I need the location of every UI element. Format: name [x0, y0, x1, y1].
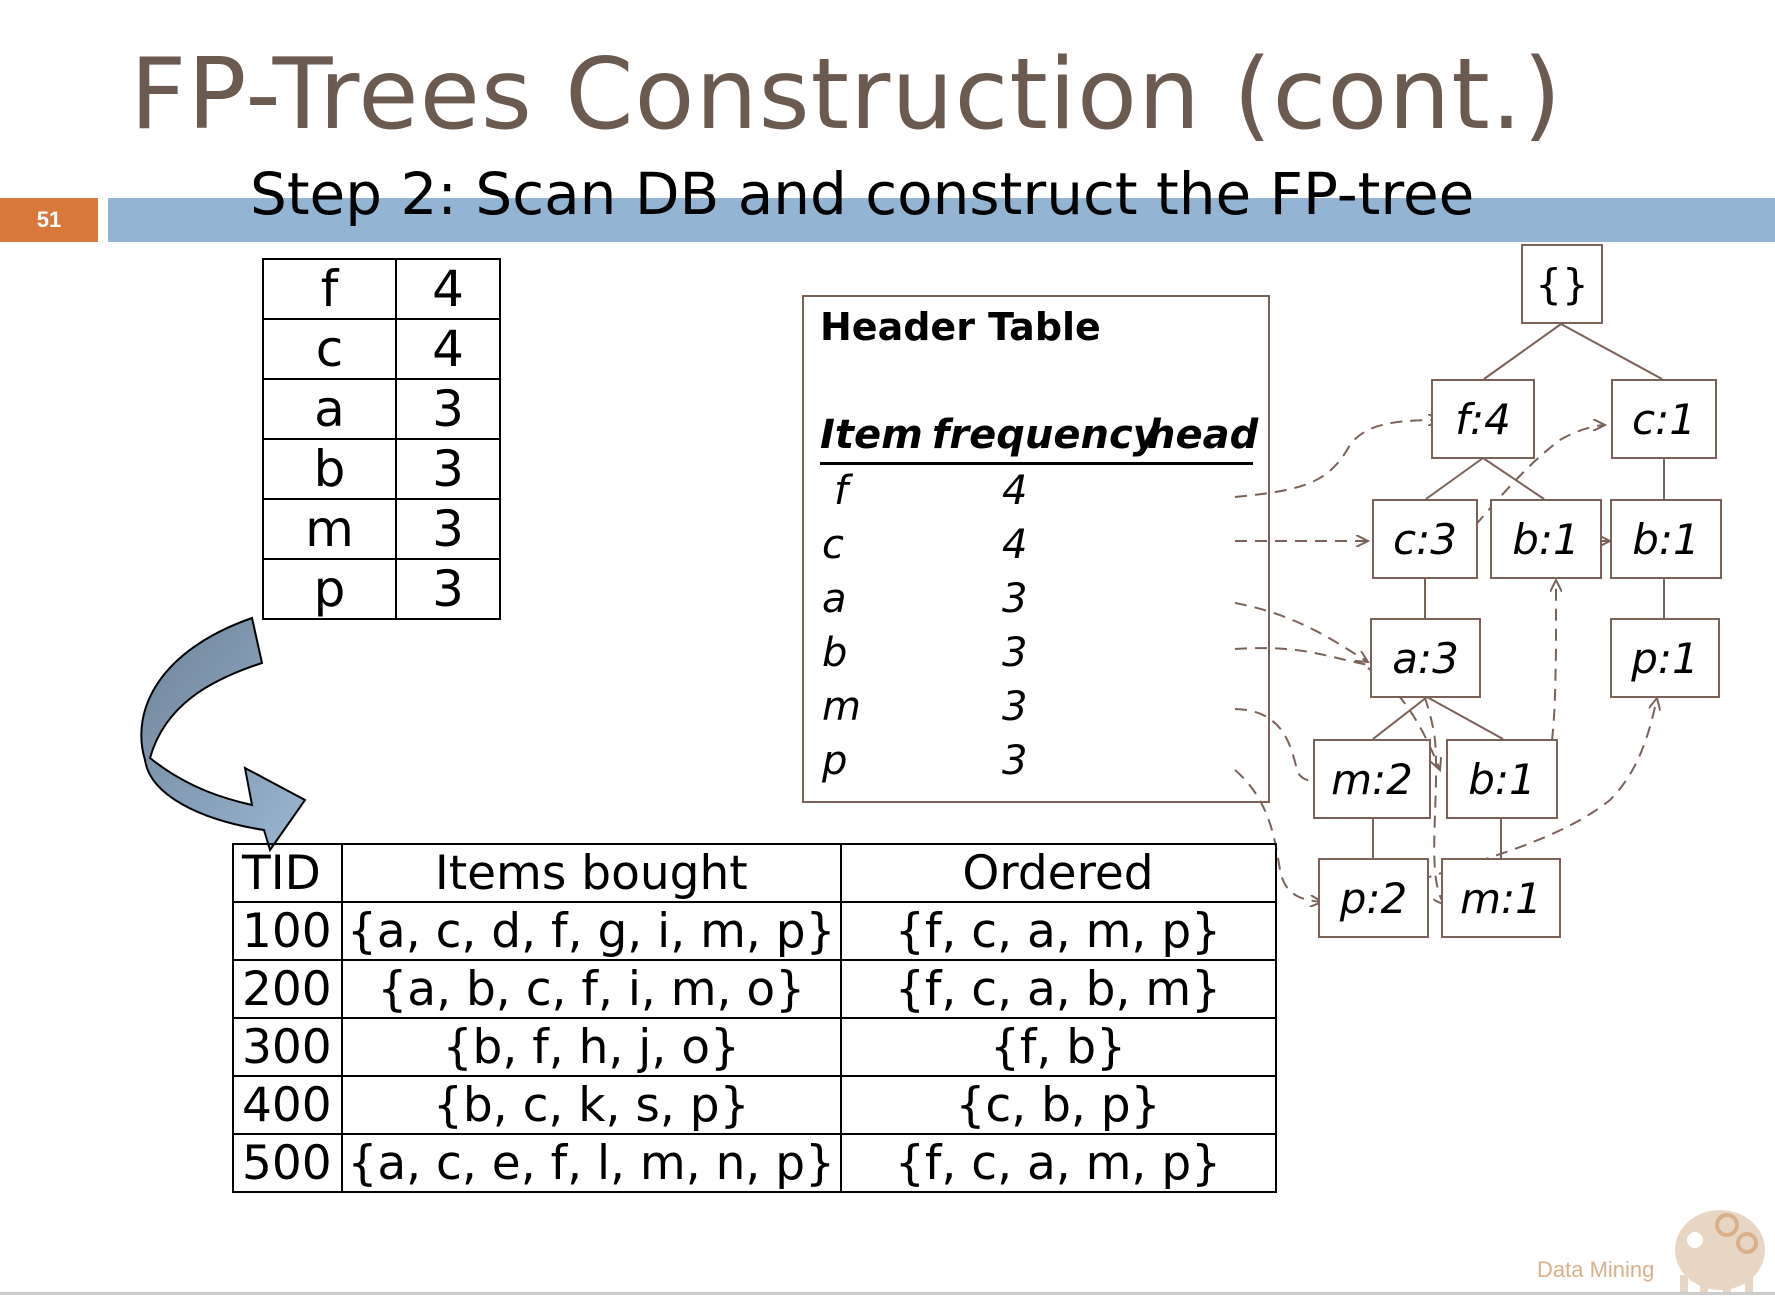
- tree-node-b1: b:1: [1610, 499, 1722, 579]
- tree-node-b1: b:1: [1490, 499, 1602, 579]
- tree-node-c3: c:3: [1372, 499, 1478, 579]
- table-row: 400 {b, c, k, s, p} {c, b, p}: [232, 1075, 1277, 1135]
- col-item-header: Item: [820, 412, 923, 458]
- table-row: 200 {a, b, c, f, i, m, o} {f, c, a, b, m…: [232, 959, 1277, 1019]
- col-head-header: head: [1147, 412, 1259, 458]
- tid-cell: 200: [232, 959, 343, 1019]
- header-item: c: [822, 522, 844, 568]
- items-cell: {b, f, h, j, o}: [341, 1017, 842, 1077]
- header-table-box: [802, 295, 1270, 803]
- tree-node-c1: c:1: [1611, 379, 1717, 459]
- header-frequency: 3: [1002, 684, 1028, 730]
- table-header-row: TID Items bought Ordered: [232, 843, 1277, 903]
- mascot-logo-icon: [1675, 1210, 1765, 1295]
- tid-cell: 100: [232, 901, 343, 961]
- column-header: TID: [232, 843, 343, 903]
- ordered-cell: {f, c, a, m, p}: [839, 901, 1277, 961]
- table-row: 100 {a, c, d, f, g, i, m, p} {f, c, a, m…: [232, 901, 1277, 961]
- tid-cell: 500: [232, 1133, 343, 1193]
- header-item: m: [822, 684, 861, 730]
- header-frequency: 4: [1002, 468, 1028, 514]
- header-frequency: 4: [1002, 522, 1028, 568]
- items-cell: {b, c, k, s, p}: [341, 1075, 842, 1135]
- header-divider: [820, 462, 1253, 465]
- col-frequency-header: frequency: [932, 412, 1159, 458]
- header-item: b: [822, 630, 848, 676]
- tree-node-f4: f:4: [1431, 379, 1535, 459]
- tree-node-m2: m:2: [1313, 739, 1431, 819]
- table-row: 500 {a, c, e, f, l, m, n, p} {f, c, a, m…: [232, 1133, 1277, 1193]
- tree-root-node: {}: [1521, 244, 1603, 324]
- tree-node-p1: p:1: [1610, 618, 1720, 698]
- tree-node-a3: a:3: [1370, 618, 1481, 698]
- items-cell: {a, c, d, f, g, i, m, p}: [341, 901, 842, 961]
- table-row: 300 {b, f, h, j, o} {f, b}: [232, 1017, 1277, 1077]
- tree-node-b1: b:1: [1446, 739, 1558, 819]
- header-table-title: Header Table: [820, 305, 1101, 349]
- header-item: a: [822, 576, 847, 622]
- column-header: Items bought: [341, 843, 842, 903]
- ordered-cell: {c, b, p}: [839, 1075, 1277, 1135]
- ordered-cell: {f, c, a, m, p}: [839, 1133, 1277, 1193]
- tree-node-p2: p:2: [1318, 858, 1429, 938]
- ordered-cell: {f, b}: [839, 1017, 1277, 1077]
- column-header: Ordered: [839, 843, 1277, 903]
- header-item: p: [822, 738, 848, 784]
- tid-cell: 400: [232, 1075, 343, 1135]
- transactions-table: TID Items bought Ordered 100 {a, c, d, f…: [232, 843, 1277, 1193]
- header-frequency: 3: [1002, 630, 1028, 676]
- header-frequency: 3: [1002, 576, 1028, 622]
- curved-arrow-icon: [140, 616, 307, 853]
- watermark-text: Data Mining: [1537, 1257, 1655, 1282]
- header-item: f: [834, 468, 849, 514]
- ordered-cell: {f, c, a, b, m}: [839, 959, 1277, 1019]
- items-cell: {a, b, c, f, i, m, o}: [341, 959, 842, 1019]
- tid-cell: 300: [232, 1017, 343, 1077]
- bottom-divider: [0, 1292, 1775, 1295]
- items-cell: {a, c, e, f, l, m, n, p}: [341, 1133, 842, 1193]
- header-frequency: 3: [1002, 738, 1028, 784]
- tree-node-m1: m:1: [1441, 858, 1561, 938]
